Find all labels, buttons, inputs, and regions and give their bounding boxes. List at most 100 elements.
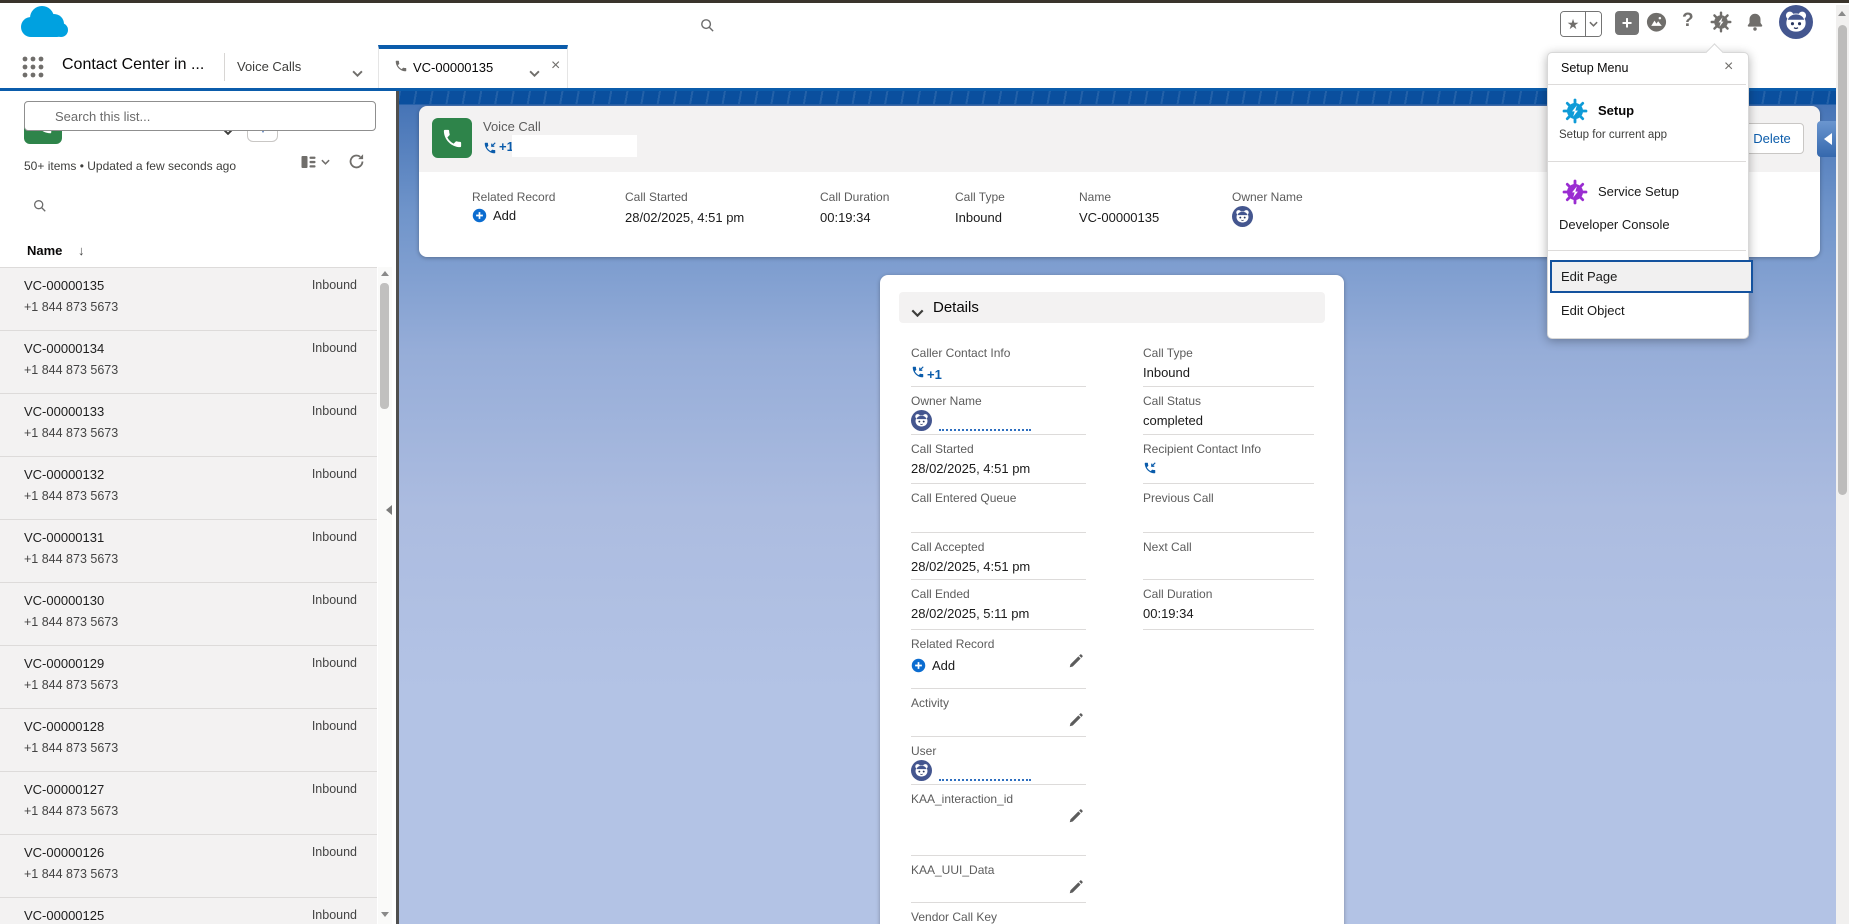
scrollbar-thumb[interactable] (380, 283, 389, 409)
help-icon[interactable]: ? (1682, 10, 1694, 32)
menu-item-setup[interactable]: Setup (1598, 103, 1634, 118)
user-link[interactable] (911, 410, 1031, 431)
scroll-up-icon[interactable] (381, 271, 389, 276)
details-accordion-header[interactable]: Details (899, 292, 1325, 323)
field-label: Call Type (1143, 346, 1193, 360)
entity-label: Voice Call (483, 119, 541, 134)
record-name-link[interactable]: VC-00000125 (24, 908, 104, 923)
chevron-down-icon (911, 304, 924, 322)
redaction-mask (512, 135, 637, 157)
quick-create-icon[interactable]: + (1615, 11, 1639, 35)
record-name-link[interactable]: VC-00000129 (24, 656, 104, 671)
edit-pencil-icon[interactable] (1069, 808, 1084, 828)
record-name-link[interactable]: VC-00000134 (24, 341, 104, 356)
edit-pencil-icon[interactable] (1069, 879, 1084, 899)
masked-name-link[interactable] (939, 418, 1031, 431)
user-avatar[interactable] (1779, 5, 1813, 44)
list-item[interactable]: VC-00000127+1 844 873 5673Inbound (0, 772, 377, 835)
user-link[interactable] (911, 760, 1031, 781)
record-name-link[interactable]: VC-00000132 (24, 467, 104, 482)
tab-vc-00000135[interactable]: VC-00000135 × (378, 45, 568, 88)
collapse-sidebar-icon[interactable] (386, 505, 392, 515)
menu-item-service-setup[interactable]: Service Setup (1598, 184, 1679, 199)
field-value: Inbound (955, 210, 1002, 225)
detail-field: User (911, 744, 1086, 785)
refresh-icon[interactable] (348, 153, 365, 175)
scroll-up-icon[interactable] (1838, 11, 1846, 16)
scrollbar-thumb[interactable] (1838, 25, 1847, 495)
record-name-link[interactable]: VC-00000130 (24, 593, 104, 608)
chevron-down-icon[interactable] (529, 64, 540, 82)
salesforce-logo (16, 4, 72, 47)
chevron-down-icon[interactable] (352, 64, 363, 82)
field-label: Recipient Contact Info (1143, 442, 1261, 456)
field-label: Owner Name (1232, 190, 1303, 204)
guidance-trailhead-icon[interactable] (1645, 11, 1668, 39)
divider (224, 53, 225, 81)
add-related-record-link[interactable]: Add (472, 208, 516, 223)
favorites-dropdown-icon[interactable] (1585, 12, 1601, 36)
app-name[interactable]: Contact Center in ... (62, 56, 204, 74)
list-item[interactable]: VC-00000125+1 844 873 5673Inbound (0, 898, 377, 924)
close-icon[interactable]: × (551, 57, 560, 75)
details-title: Details (933, 299, 979, 316)
field-value: Inbound (1143, 365, 1190, 380)
field-value: 28/02/2025, 5:11 pm (911, 606, 1029, 621)
page-scrollbar[interactable] (1836, 5, 1849, 924)
window-edge (0, 0, 1849, 3)
menu-item-edit-object[interactable]: Edit Object (1561, 303, 1625, 318)
field-label: Call Ended (911, 587, 970, 601)
masked-name-link[interactable] (939, 768, 1031, 781)
field-label: Call Started (911, 442, 974, 456)
menu-item-developer-console[interactable]: Developer Console (1559, 217, 1670, 232)
record-phone: +1 844 873 5673 (24, 300, 118, 314)
list-item[interactable]: VC-00000132+1 844 873 5673Inbound (0, 457, 377, 520)
column-header-name[interactable]: Name (27, 243, 62, 258)
record-name-link[interactable]: VC-00000133 (24, 404, 104, 419)
list-item[interactable]: VC-00000129 +1 844 873 5673 Inbound (0, 646, 377, 709)
call-type-value: Inbound (312, 278, 357, 292)
list-item[interactable]: VC-00000130+1 844 873 5673Inbound (0, 583, 377, 646)
record-phone: +1 844 873 5673 (24, 678, 118, 692)
list-item[interactable]: VC-00000126+1 844 873 5673Inbound (0, 835, 377, 898)
list-search-input[interactable] (24, 101, 376, 131)
scroll-down-icon[interactable] (381, 912, 389, 917)
detail-field: Call Type Inbound (1143, 346, 1314, 387)
record-name-link[interactable]: VC-00000128 (24, 719, 104, 734)
add-related-record-link[interactable]: Add (911, 658, 955, 673)
list-item[interactable]: VC-00000135 +1 844 873 5673 Inbound (0, 268, 377, 331)
menu-item-edit-page[interactable]: Edit Page (1550, 260, 1753, 293)
display-as-icon[interactable] (300, 154, 330, 170)
setup-gear-icon[interactable] (1710, 11, 1732, 38)
caller-phone-link[interactable]: +1 (911, 365, 942, 382)
field-value: 28/02/2025, 4:51 pm (625, 210, 744, 225)
menu-item-setup-description[interactable]: Setup for current app (1559, 129, 1667, 141)
detail-field: Call Statuscompleted (1143, 394, 1314, 435)
list-scrollbar[interactable] (378, 267, 392, 924)
call-type-value: Inbound (312, 656, 357, 670)
record-name-link[interactable]: VC-00000127 (24, 782, 104, 797)
delete-button[interactable]: Delete (1740, 123, 1804, 154)
field-label: Previous Call (1143, 491, 1214, 505)
field-label: Call Duration (1143, 587, 1212, 601)
close-icon[interactable]: × (1724, 58, 1733, 76)
record-name-link[interactable]: VC-00000135 (24, 278, 104, 293)
record-name-link[interactable]: VC-00000131 (24, 530, 104, 545)
favorites-star-icon[interactable]: ★ (1561, 12, 1585, 36)
field-value: 00:19:34 (820, 210, 871, 225)
list-item[interactable]: VC-00000134+1 844 873 5673Inbound (0, 331, 377, 394)
field-label: Call Status (1143, 394, 1201, 408)
notifications-bell-icon[interactable] (1744, 11, 1766, 38)
divider (1548, 84, 1746, 85)
list-item[interactable]: VC-00000128+1 844 873 5673Inbound (0, 709, 377, 772)
recipient-phone-icon[interactable] (1143, 461, 1157, 478)
app-launcher-icon[interactable] (22, 56, 44, 83)
tab-voice-calls[interactable]: Voice Calls (237, 59, 301, 74)
list-item[interactable]: VC-00000133+1 844 873 5673Inbound (0, 394, 377, 457)
edit-pencil-icon[interactable] (1069, 712, 1084, 732)
detail-field: KAA_UUI_Data (911, 863, 1086, 903)
record-name-link[interactable]: VC-00000126 (24, 845, 104, 860)
owner-avatar[interactable] (1232, 206, 1253, 230)
list-item[interactable]: VC-00000131+1 844 873 5673Inbound (0, 520, 377, 583)
edit-pencil-icon[interactable] (1069, 653, 1084, 673)
